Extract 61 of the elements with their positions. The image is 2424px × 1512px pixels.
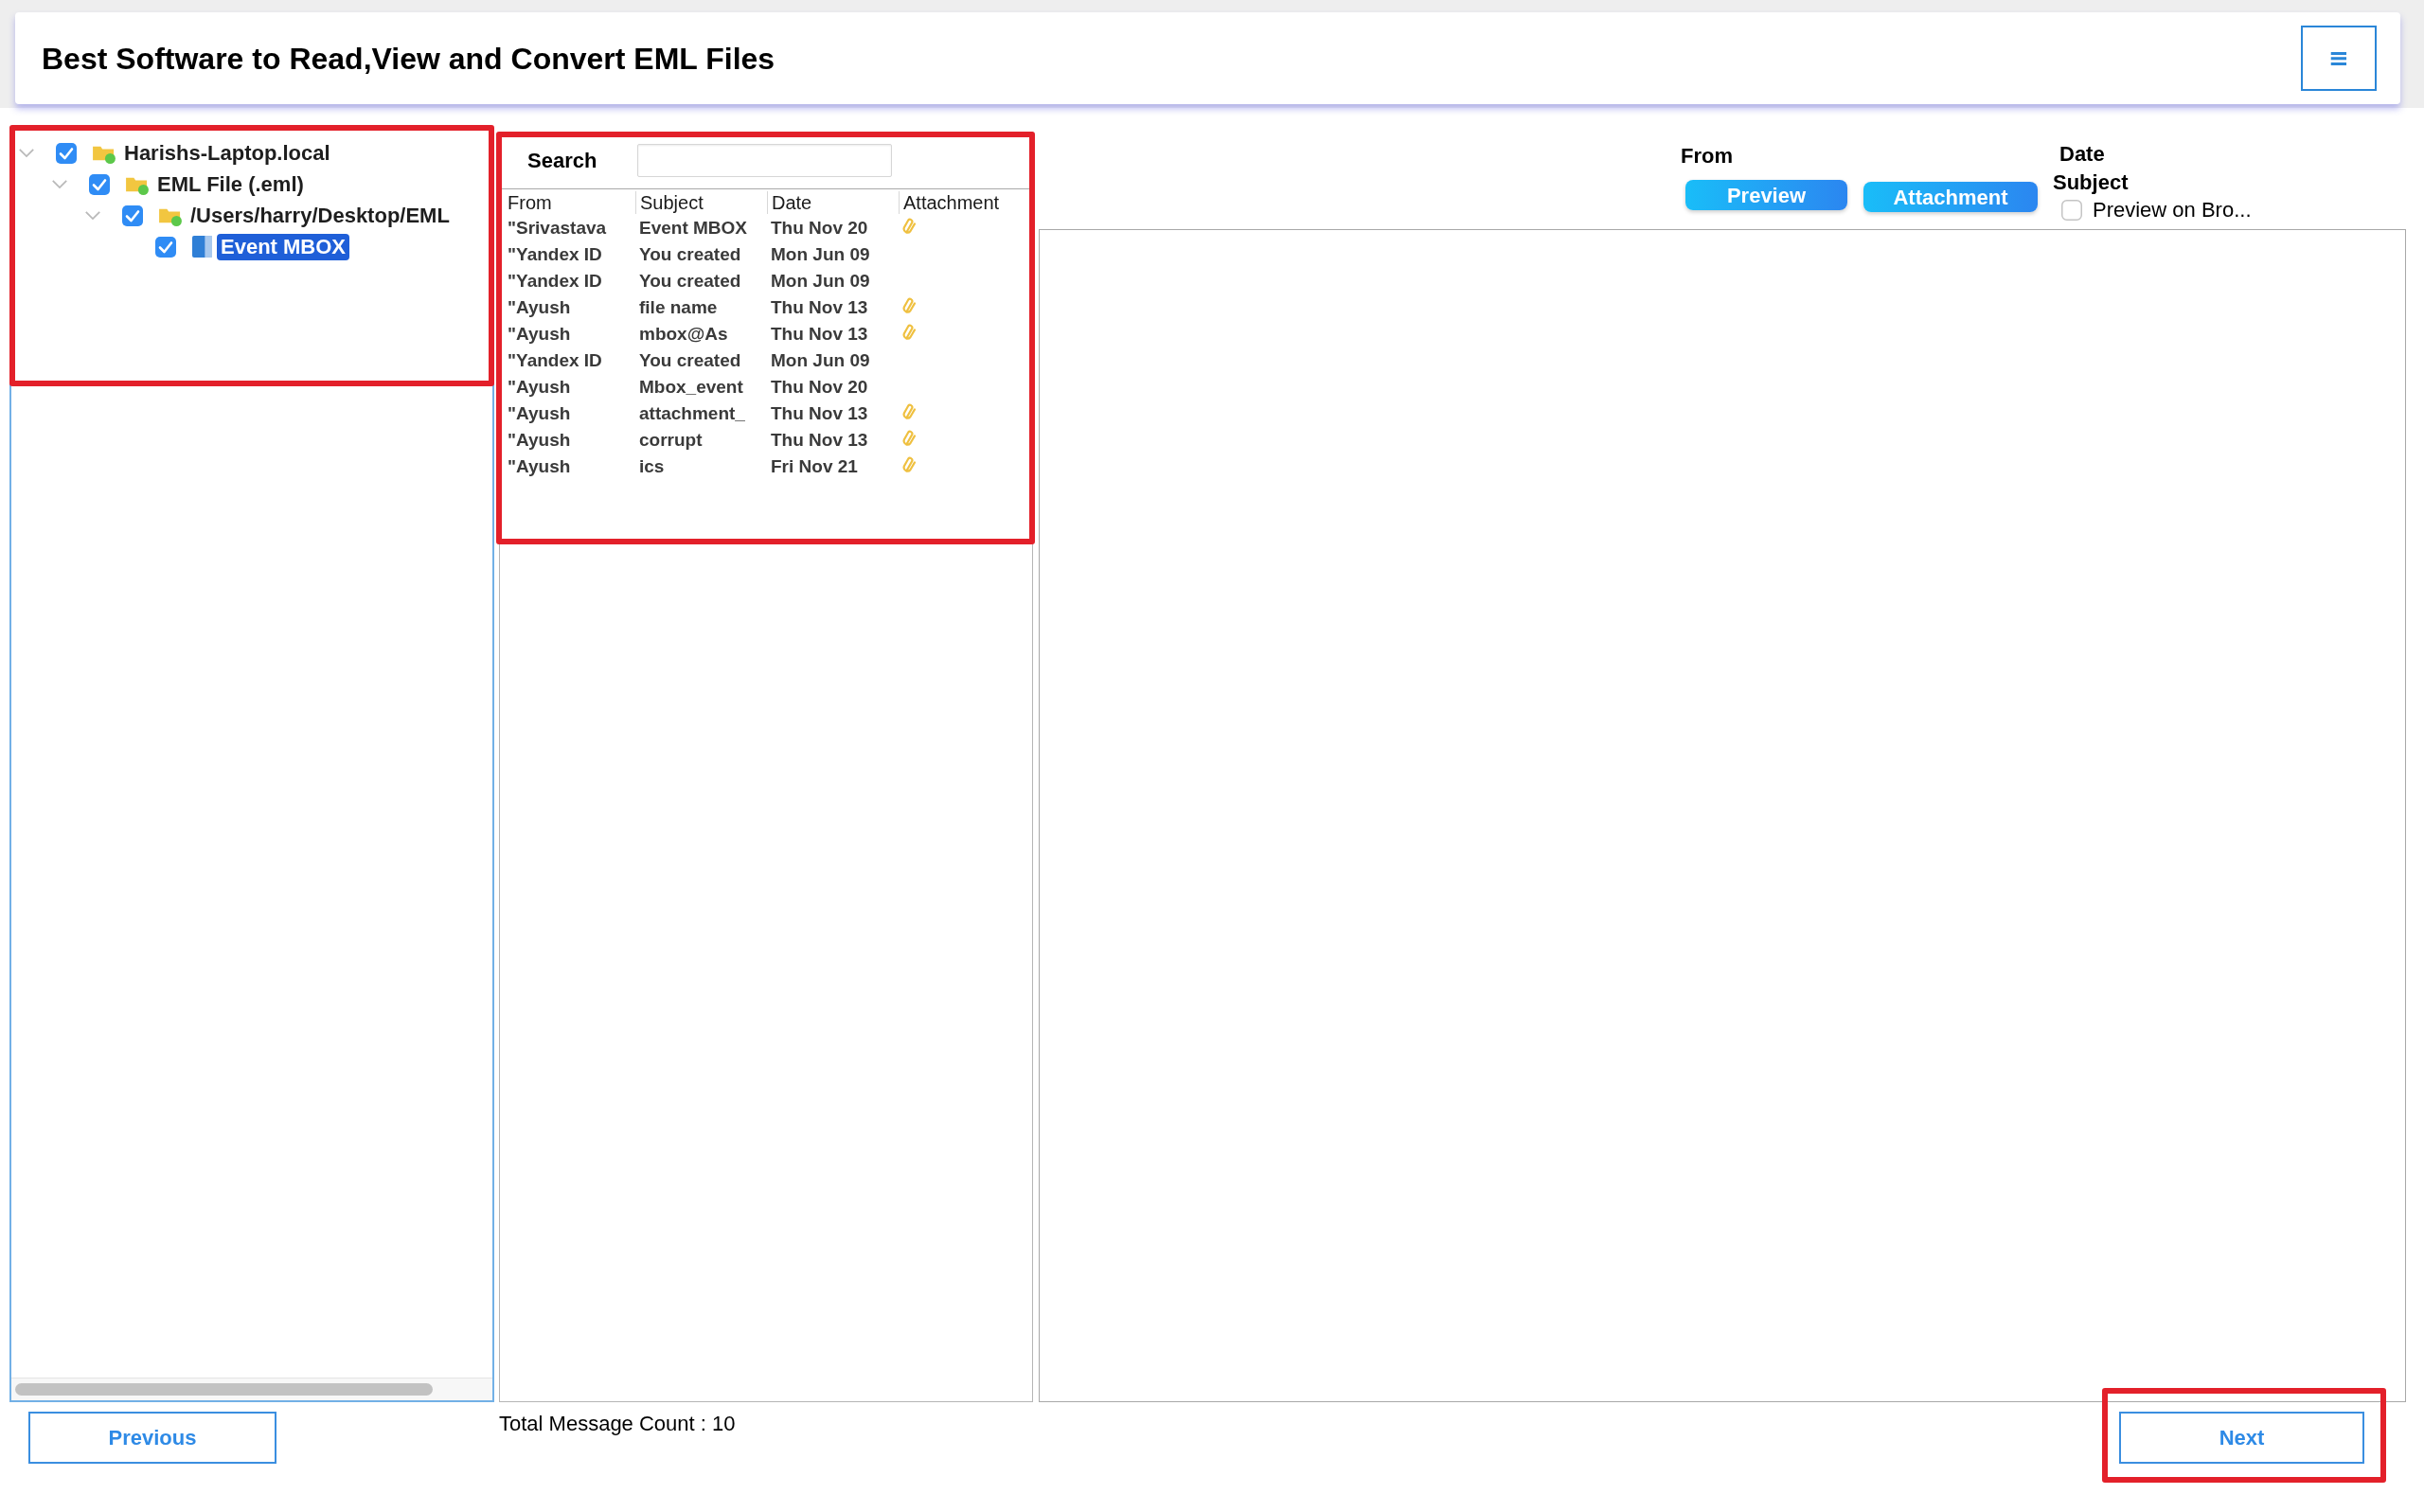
tree-item[interactable]: EML File (.eml): [153, 170, 308, 198]
table-cell-text: "Yandex ID: [507, 270, 603, 293]
tree-item[interactable]: Event MBOX: [217, 233, 350, 260]
table-cell-text: Thu Nov 20: [770, 376, 869, 399]
subject-label: Subject: [2053, 169, 2129, 196]
table-cell-text: "Ayush: [507, 402, 572, 425]
search-field[interactable]: [637, 144, 892, 177]
table-cell-text: "Yandex ID: [507, 243, 603, 266]
preview-button[interactable]: Preview: [1685, 180, 1847, 210]
table-cell-text: Thu Nov 13: [770, 323, 869, 346]
table-cell-text: Thu Nov 13: [770, 429, 869, 452]
column-header: Attachment: [899, 190, 1030, 214]
from-label: From: [1681, 144, 1733, 169]
checkbox[interactable]: [2061, 200, 2082, 221]
table-cell-text: You created: [638, 349, 742, 372]
table-cell-text: Mon Jun 09: [770, 349, 871, 372]
chevron-icon[interactable]: [18, 148, 35, 158]
chevron-icon[interactable]: [84, 210, 101, 221]
file-icon: [192, 236, 212, 258]
next-button[interactable]: Next: [2119, 1412, 2364, 1464]
table-cell-text: Thu Nov 13: [770, 402, 869, 425]
chevron-icon[interactable]: [51, 179, 68, 189]
table-cell-text: Thu Nov 20: [770, 217, 869, 240]
menu-button[interactable]: ≡: [2301, 26, 2377, 91]
attachment-button[interactable]: Attachment: [1863, 182, 2038, 212]
table-cell-text: file name: [638, 296, 719, 319]
column-header: Date: [767, 190, 899, 214]
checkbox[interactable]: [56, 142, 77, 164]
table-cell-text: Mon Jun 09: [770, 243, 871, 266]
table-cell-text: Fri Nov 21: [770, 455, 859, 478]
scrollbar-thumb[interactable]: [15, 1383, 433, 1396]
column-header: Subject: [635, 190, 767, 214]
date-label: Date: [2059, 141, 2105, 168]
message-count: Total Message Count : 10: [499, 1412, 736, 1436]
checkbox[interactable]: [155, 236, 176, 258]
table-cell-text: "Ayush: [507, 455, 572, 478]
table-cell-text: "Ayush: [507, 296, 572, 319]
table-cell-text: mbox@As: [638, 323, 729, 346]
table-cell-text: ics: [638, 455, 666, 478]
app-title: Best Software to Read,View and Convert EML Files: [42, 40, 775, 78]
table-cell-text: Event MBOX: [638, 217, 749, 240]
search-label: Search: [526, 148, 598, 174]
table-cell-text: You created: [638, 243, 742, 266]
table-cell-text: corrupt: [638, 429, 704, 452]
column-header: From: [507, 190, 553, 214]
previous-button[interactable]: Previous: [28, 1412, 276, 1464]
table-cell-text: Mon Jun 09: [770, 270, 871, 293]
table-cell-text: Mbox_event: [638, 376, 744, 399]
table-cell-text: "Ayush: [507, 429, 572, 452]
checkbox[interactable]: [122, 205, 143, 226]
table-cell-text: "Ayush: [507, 323, 572, 346]
table-cell-text: "Yandex ID: [507, 349, 603, 372]
table-cell-text: You created: [638, 270, 742, 293]
checkbox[interactable]: [89, 173, 110, 195]
table-cell-text: "Ayush: [507, 376, 572, 399]
table-cell-text: "Srivastava: [507, 217, 608, 240]
tree-item[interactable]: Harishs-Laptop.local: [120, 139, 334, 167]
tree-item[interactable]: /Users/harry/Desktop/EML: [187, 202, 454, 229]
table-cell-text: Thu Nov 13: [770, 296, 869, 319]
table-cell-text: attachment_: [638, 402, 746, 425]
checkbox-label: Preview on Bro...: [2093, 198, 2252, 222]
